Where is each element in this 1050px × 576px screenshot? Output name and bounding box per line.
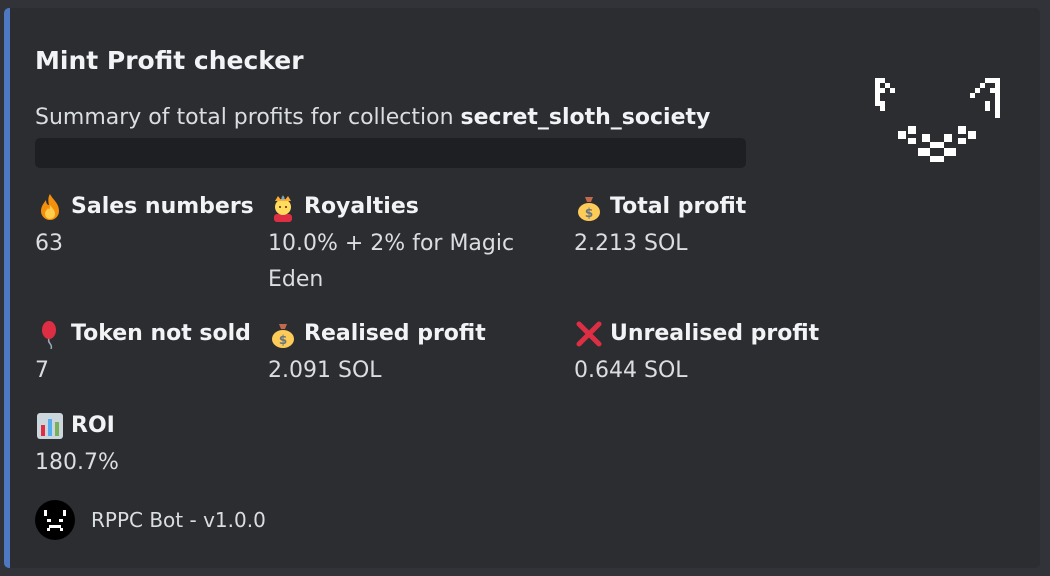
field-value: 0.644 SOL [574, 358, 688, 383]
field-sales-numbers: Sales numbers 63 [35, 192, 265, 262]
collection-name: secret_sloth_society [460, 105, 711, 130]
balloon-icon [35, 319, 65, 349]
field-value: 10.0% + 2% for Magic Eden [268, 231, 515, 292]
field-value: 2.091 SOL [268, 358, 382, 383]
svg-text:$: $ [279, 333, 287, 347]
money-bag-icon: $ [268, 319, 298, 349]
field-value: 7 [35, 358, 49, 383]
field-unrealised-profit: Unrealised profit 0.644 SOL [574, 319, 874, 389]
bar-chart-icon [35, 411, 65, 441]
bot-avatar-icon[interactable] [35, 500, 75, 540]
embed-card: Mint Profit checker Summary of total pro… [4, 8, 1040, 568]
pixel-cat-face-icon[interactable] [860, 66, 1000, 166]
spoiler-block[interactable] [35, 138, 746, 168]
field-label: Unrealised profit [610, 321, 820, 346]
embed-description: Summary of total profits for collection … [35, 105, 710, 130]
crowned-person-icon [268, 192, 298, 222]
field-name: Token not sold [35, 319, 265, 349]
field-name: $ Total profit [574, 192, 834, 222]
field-label: Royalties [304, 194, 419, 219]
field-realised-profit: $ Realised profit 2.091 SOL [268, 319, 548, 389]
field-name: Sales numbers [35, 192, 265, 222]
field-name: ROI [35, 411, 265, 441]
field-value: 63 [35, 231, 63, 256]
field-royalties: Royalties 10.0% + 2% for Magic Eden [268, 192, 548, 298]
field-roi: ROI 180.7% [35, 411, 265, 481]
field-total-profit: $ Total profit 2.213 SOL [574, 192, 834, 262]
fire-icon [35, 192, 65, 222]
field-label: Sales numbers [71, 194, 254, 219]
cross-mark-icon [574, 319, 604, 349]
embed-title: Mint Profit checker [35, 46, 304, 75]
field-value: 180.7% [35, 450, 119, 475]
field-name: Unrealised profit [574, 319, 874, 349]
description-text: Summary of total profits for collection [35, 105, 461, 130]
field-name: Royalties [268, 192, 548, 222]
field-name: $ Realised profit [268, 319, 548, 349]
field-label: Token not sold [71, 321, 251, 346]
field-label: Total profit [610, 194, 747, 219]
footer-text: RPPC Bot - v1.0.0 [91, 508, 266, 532]
field-label: ROI [71, 413, 115, 438]
money-bag-icon: $ [574, 192, 604, 222]
svg-text:$: $ [585, 206, 593, 220]
embed-footer: RPPC Bot - v1.0.0 [35, 500, 266, 540]
field-token-not-sold: Token not sold 7 [35, 319, 265, 389]
field-label: Realised profit [304, 321, 486, 346]
field-value: 2.213 SOL [574, 231, 688, 256]
